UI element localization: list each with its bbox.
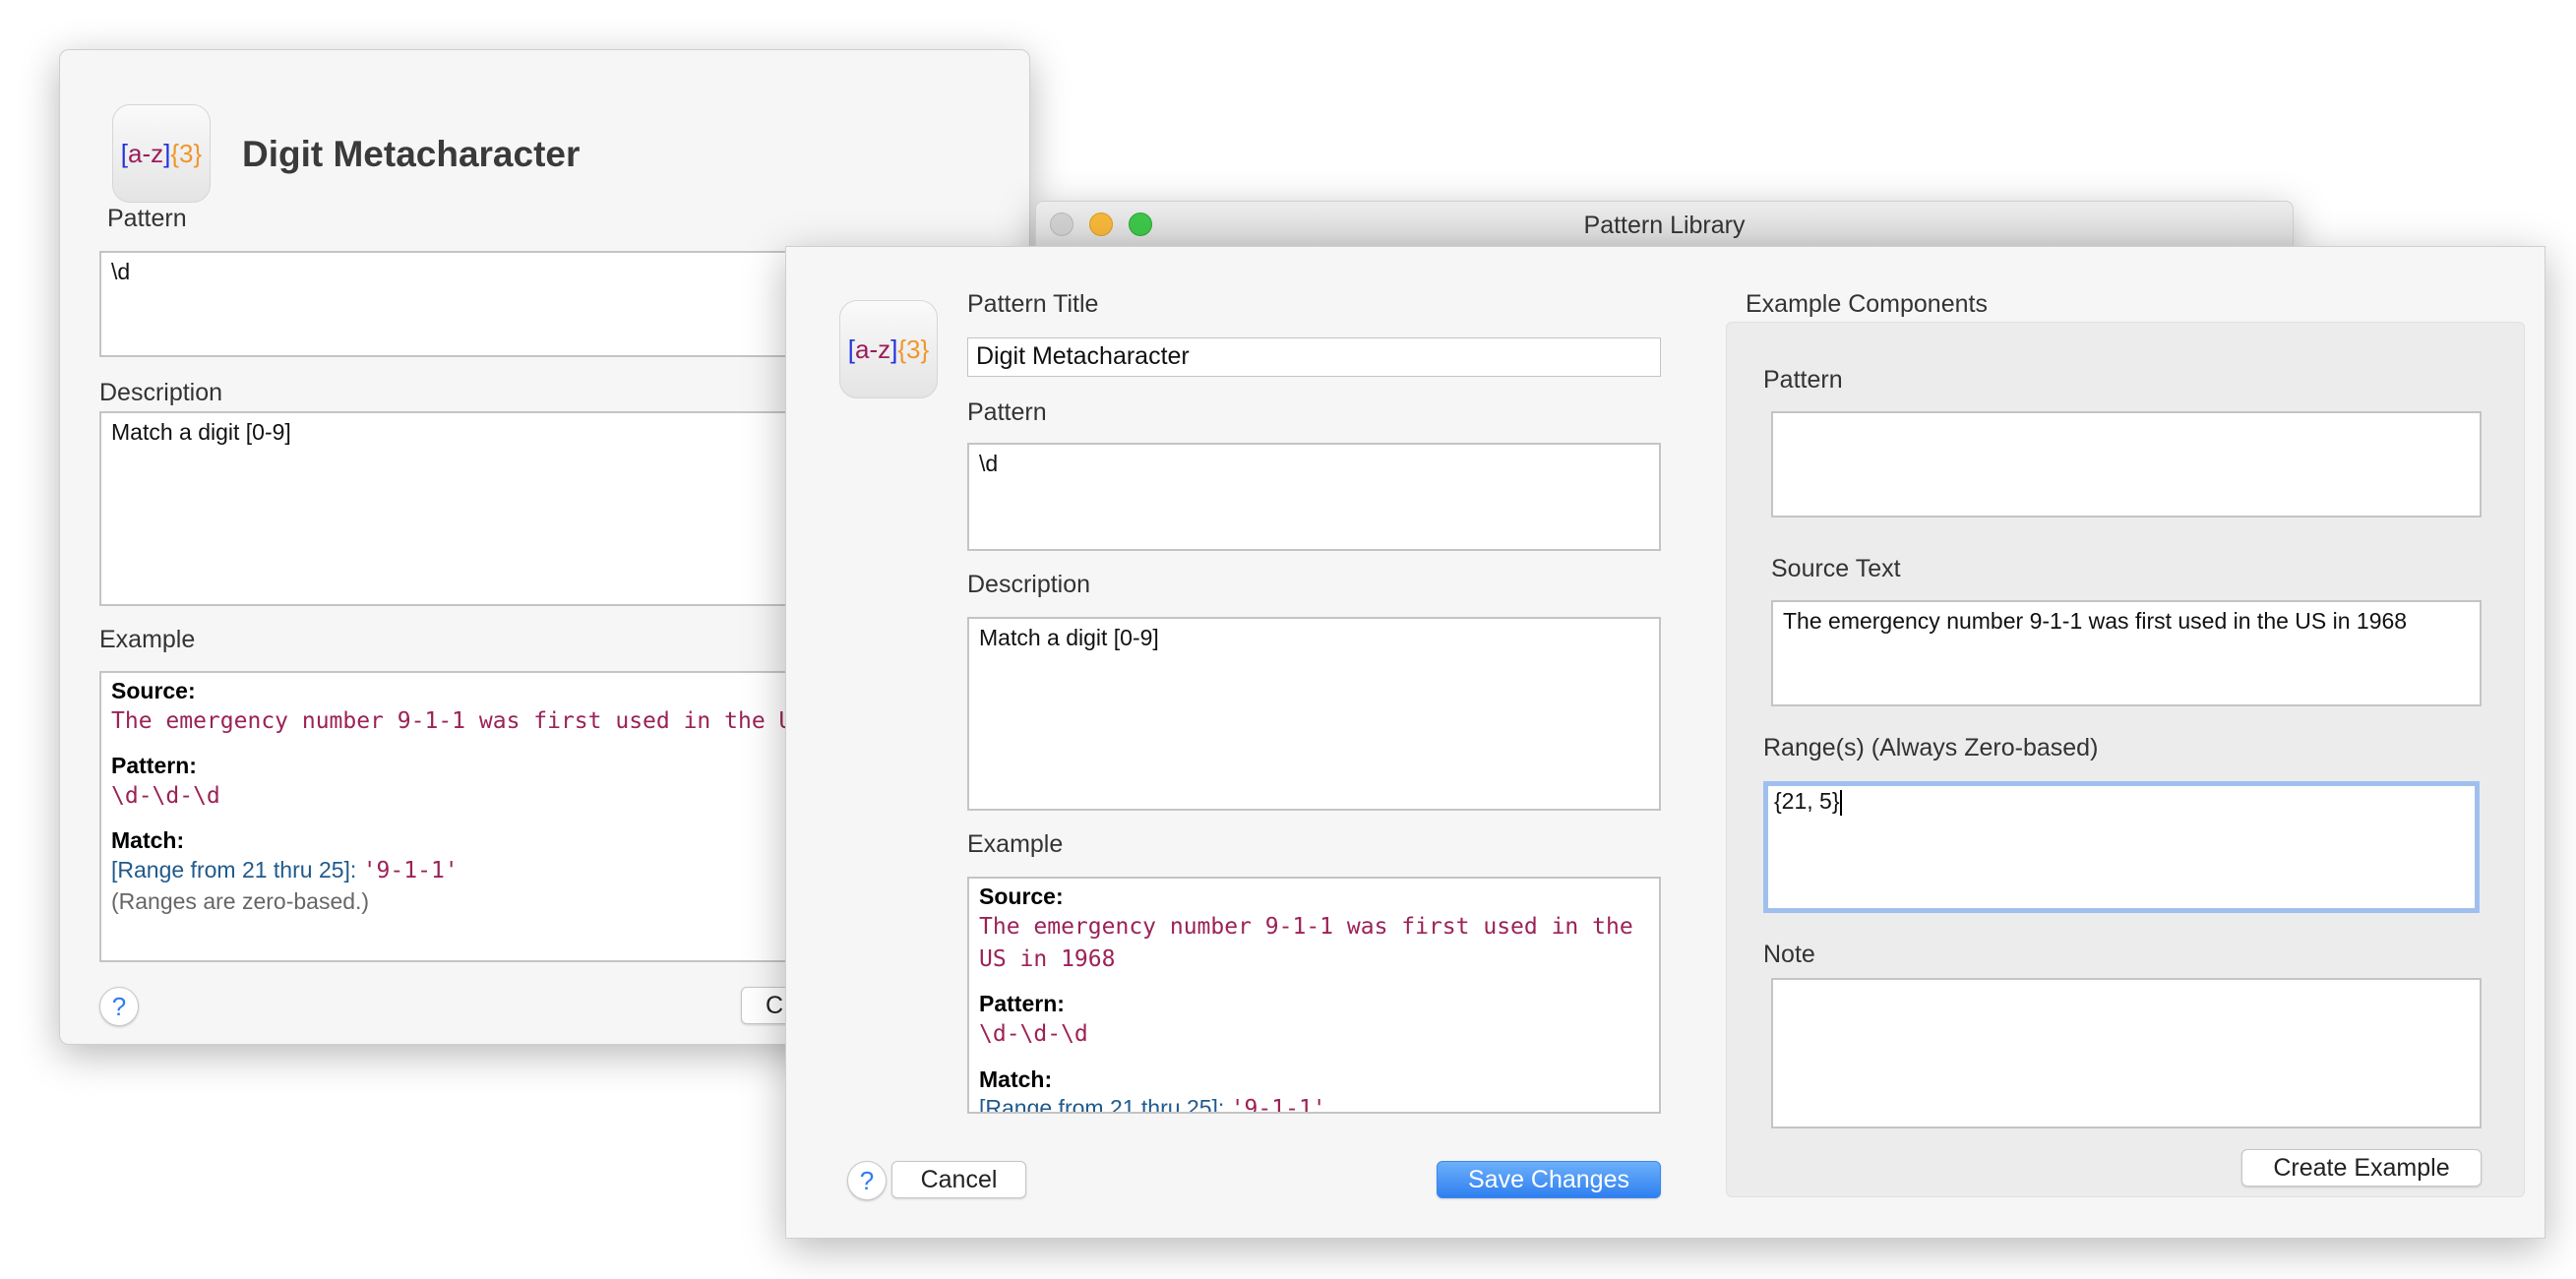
pattern-title-input[interactable]: Digit Metacharacter [967, 337, 1661, 377]
ranges-field[interactable]: {21, 5} [1763, 781, 2480, 913]
app-icon: [a-z] {3} [839, 300, 938, 398]
example-components-panel: Pattern Source Text The emergency number… [1726, 322, 2525, 1197]
create-example-button[interactable]: Create Example [2241, 1149, 2482, 1187]
window-title: Pattern Library [1583, 212, 1746, 239]
pattern-label: Pattern [107, 205, 187, 232]
icon-range: a-z [855, 334, 891, 364]
component-pattern-field[interactable] [1771, 411, 2482, 518]
icon-bracket-close: ] [163, 138, 171, 168]
note-field[interactable] [1771, 978, 2482, 1128]
icon-bracket: [ [120, 138, 129, 168]
cancel-button[interactable]: Cancel [891, 1161, 1026, 1198]
help-icon: ? [859, 1165, 875, 1195]
match-range: [Range from 21 thru 25]: [111, 856, 357, 883]
pattern-value: \d [979, 451, 999, 476]
description-value: Match a digit [0-9] [979, 625, 1159, 650]
match-heading: Match: [979, 1066, 1053, 1092]
example-label: Example [99, 626, 196, 653]
note-label: Note [1763, 941, 1815, 968]
pattern-title-value: Digit Metacharacter [976, 342, 1190, 370]
match-value: '9-1-1' [1230, 1096, 1326, 1114]
icon-quantifier: {3} [897, 334, 930, 364]
match-range: [Range from 21 thru 25]: [979, 1095, 1225, 1114]
note-value [1773, 980, 2480, 992]
button-label: C [766, 991, 784, 1019]
pattern-title: Digit Metacharacter [242, 134, 581, 174]
description-field[interactable]: Match a digit [0-9] [967, 617, 1661, 811]
help-icon: ? [111, 991, 127, 1021]
ranges-value-wrap: {21, 5} [1768, 786, 2475, 818]
icon-range: a-z [128, 138, 164, 168]
pattern-title-label: Pattern Title [967, 290, 1099, 318]
source-text-label: Source Text [1771, 555, 1901, 582]
pattern-label: Pattern [967, 398, 1047, 426]
edit-pattern-sheet: [a-z] {3} Pattern Title Digit Metacharact… [785, 246, 2545, 1239]
example-label: Example [967, 830, 1064, 858]
component-pattern-value [1773, 413, 2480, 425]
save-changes-button[interactable]: Save Changes [1437, 1161, 1661, 1198]
source-text-value: The emergency number 9-1-1 was first use… [1783, 608, 2408, 634]
help-button[interactable]: ? [99, 987, 139, 1026]
pattern-field[interactable]: \d [967, 443, 1661, 551]
pattern-heading: Pattern: [979, 991, 1065, 1017]
description-label: Description [967, 571, 1091, 598]
icon-bracket-close: ] [890, 334, 898, 364]
cancel-label: Cancel [920, 1165, 998, 1193]
icon-bracket: [ [847, 334, 856, 364]
text-cursor [1839, 789, 1842, 816]
icon-quantifier: {3} [170, 138, 203, 168]
component-pattern-label: Pattern [1763, 366, 1843, 394]
example-components-heading: Example Components [1746, 290, 1988, 318]
save-label: Save Changes [1467, 1165, 1629, 1193]
description-label: Description [99, 379, 223, 406]
match-value: '9-1-1' [362, 857, 459, 883]
example-view[interactable]: Source: The emergency number 9-1-1 was f… [967, 877, 1661, 1114]
source-heading: Source: [979, 883, 1064, 909]
pattern-text: \d-\d-\d [979, 1021, 1088, 1048]
source-text-field[interactable]: The emergency number 9-1-1 was first use… [1771, 600, 2482, 706]
create-example-label: Create Example [2273, 1153, 2450, 1182]
app-icon: [a-z] {3} [112, 104, 211, 203]
ranges-value: {21, 5} [1774, 788, 1840, 814]
source-text: The emergency number 9-1-1 was first use… [979, 913, 1633, 973]
help-button[interactable]: ? [847, 1161, 887, 1200]
ranges-label: Range(s) (Always Zero-based) [1763, 734, 2099, 761]
